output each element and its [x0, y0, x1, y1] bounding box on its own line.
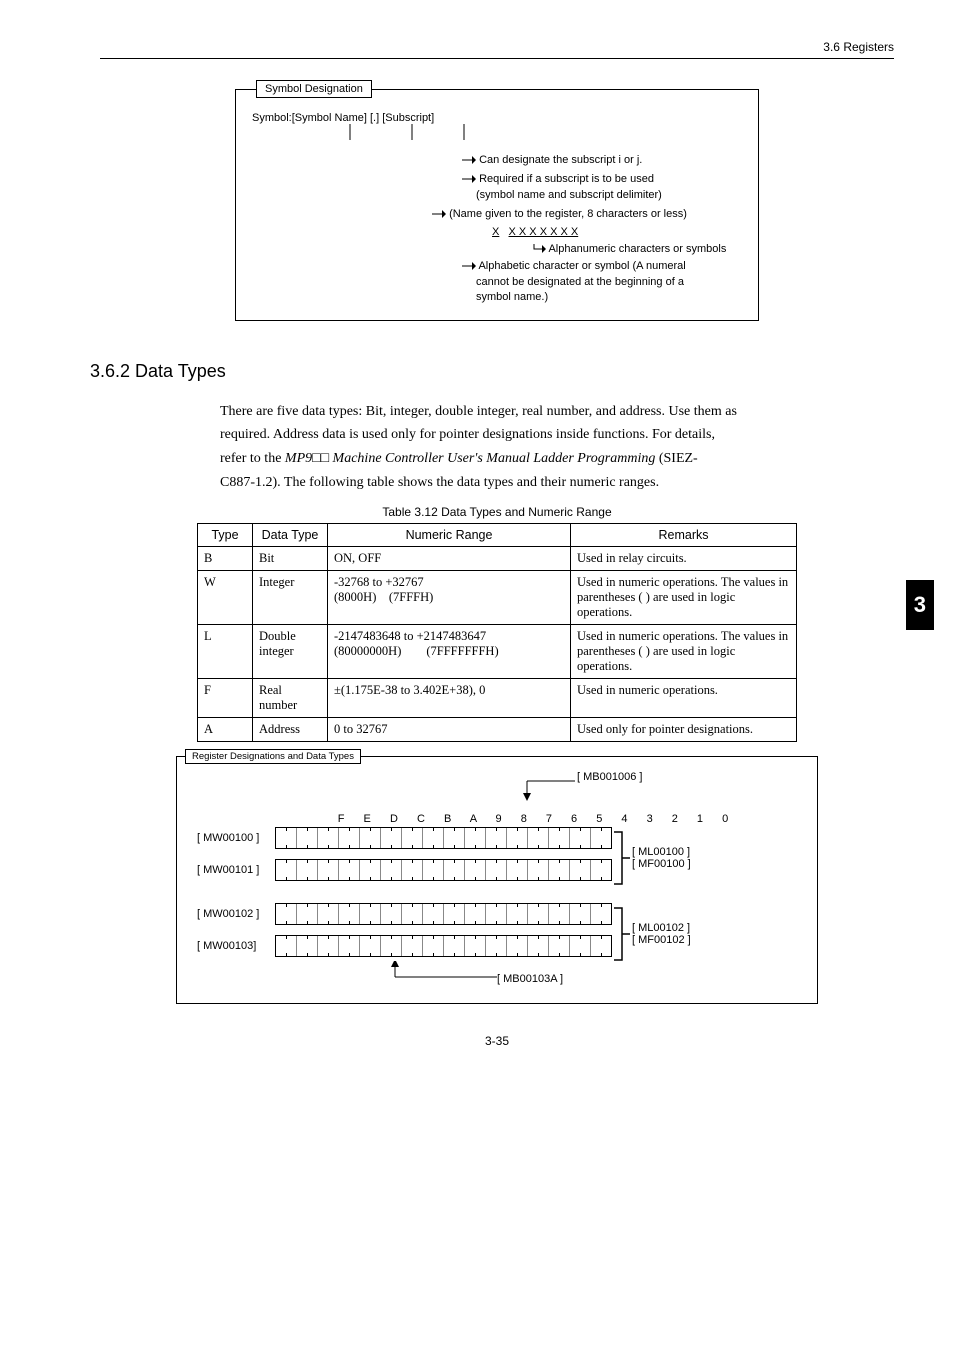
diagram1-arrow5a-text: Alphabetic character or symbol (A numera… [478, 260, 685, 272]
diagram1-format-line: Symbol:[Symbol Name] [.] [Subscript] [252, 112, 742, 124]
table-row: W Integer -32768 to +32767 (8000H) (7FFF… [198, 570, 797, 624]
section-heading: 3.6.2 Data Types [90, 361, 894, 382]
chapter-tab: 3 [906, 580, 934, 630]
table-row: A Address 0 to 32767 Used only for point… [198, 717, 797, 741]
table-caption: Table 3.12 Data Types and Numeric Range [100, 505, 894, 519]
register-row: [ MW00102 ] [197, 903, 612, 925]
arrow-down-icon [497, 775, 577, 801]
reg-label-right: [ ML00100 ] [632, 846, 691, 858]
arrow-up-icon [387, 961, 507, 985]
diagram1-arrow1-text: Can designate the subscript i or j. [479, 154, 642, 166]
diagram1-arrow5b-text: cannot be designated at the beginning of… [476, 276, 684, 288]
bit-box [275, 935, 612, 957]
bracket-icon [612, 904, 632, 964]
diagram1-arrow3-text: (Name given to the register, 8 character… [449, 208, 687, 220]
th-type: Type [198, 523, 253, 546]
diagram2-top-label: [ MB001006 ] [577, 771, 642, 783]
th-range: Numeric Range [328, 523, 571, 546]
diagram1-arrow1: Can designate the subscript i or j. [462, 153, 742, 168]
table-row: B Bit ON, OFF Used in relay circuits. [198, 546, 797, 570]
bracket-icon [612, 828, 632, 888]
diagram2-bottom-label: [ MB00103A ] [497, 973, 563, 985]
reg-label-left: [ MW00102 ] [197, 908, 275, 920]
register-designations-diagram: Register Designations and Data Types [ M… [176, 756, 818, 1004]
diagram1-arrow2b-text: (symbol name and subscript delimiter) [476, 189, 662, 201]
header-section-ref: 3.6 Registers [100, 40, 894, 54]
diagram1-arrow2: Required if a subscript is to be used (s… [462, 172, 742, 203]
diagram1-arrow2a-text: Required if a subscript is to be used [479, 173, 654, 185]
reg-label-left: [ MW00100 ] [197, 832, 275, 844]
diagram1-title: Symbol Designation [256, 80, 372, 98]
body-paragraph: There are five data types: Bit, integer,… [220, 400, 894, 495]
bit-box [275, 903, 612, 925]
table-row: F Real number ±(1.175E-38 to 3.402E+38),… [198, 678, 797, 717]
bit-box [275, 827, 612, 849]
diagram2-bit-labels: F E D C B A 9 8 7 6 5 4 3 2 1 0 [277, 813, 797, 825]
reg-label-right: [ MF00102 ] [632, 934, 691, 946]
register-row: [ MW00100 ] [197, 827, 612, 849]
table-row: L Double integer -2147483648 to +2147483… [198, 624, 797, 678]
data-types-table: Type Data Type Numeric Range Remarks B B… [197, 523, 797, 742]
reg-label-left: [ MW00103] [197, 940, 275, 952]
diagram1-arrow3: (Name given to the register, 8 character… [432, 207, 742, 222]
th-datatype: Data Type [253, 523, 328, 546]
page-number: 3-35 [100, 1034, 894, 1048]
header-rule [100, 58, 894, 59]
th-remarks: Remarks [571, 523, 797, 546]
symbol-designation-diagram: Symbol Designation Symbol:[Symbol Name] … [235, 89, 759, 321]
reg-label-right: [ MF00100 ] [632, 858, 691, 870]
register-row: [ MW00103] [197, 935, 612, 957]
diagram1-connector-lines [252, 124, 712, 144]
diagram2-title: Register Designations and Data Types [185, 749, 361, 764]
register-row: [ MW00101 ] [197, 859, 612, 881]
diagram1-arrow5: Alphabetic character or symbol (A numera… [462, 259, 742, 305]
bit-box [275, 859, 612, 881]
reg-label-left: [ MW00101 ] [197, 864, 275, 876]
reg-label-right: [ ML00102 ] [632, 922, 691, 934]
diagram1-arrow4: Alphanumeric characters or symbols [532, 242, 742, 257]
diagram1-arrow4-text: Alphanumeric characters or symbols [548, 243, 726, 255]
diagram1-arrow5c-text: symbol name.) [476, 291, 548, 303]
diagram1-xline: X X X X X X X X [492, 225, 742, 240]
